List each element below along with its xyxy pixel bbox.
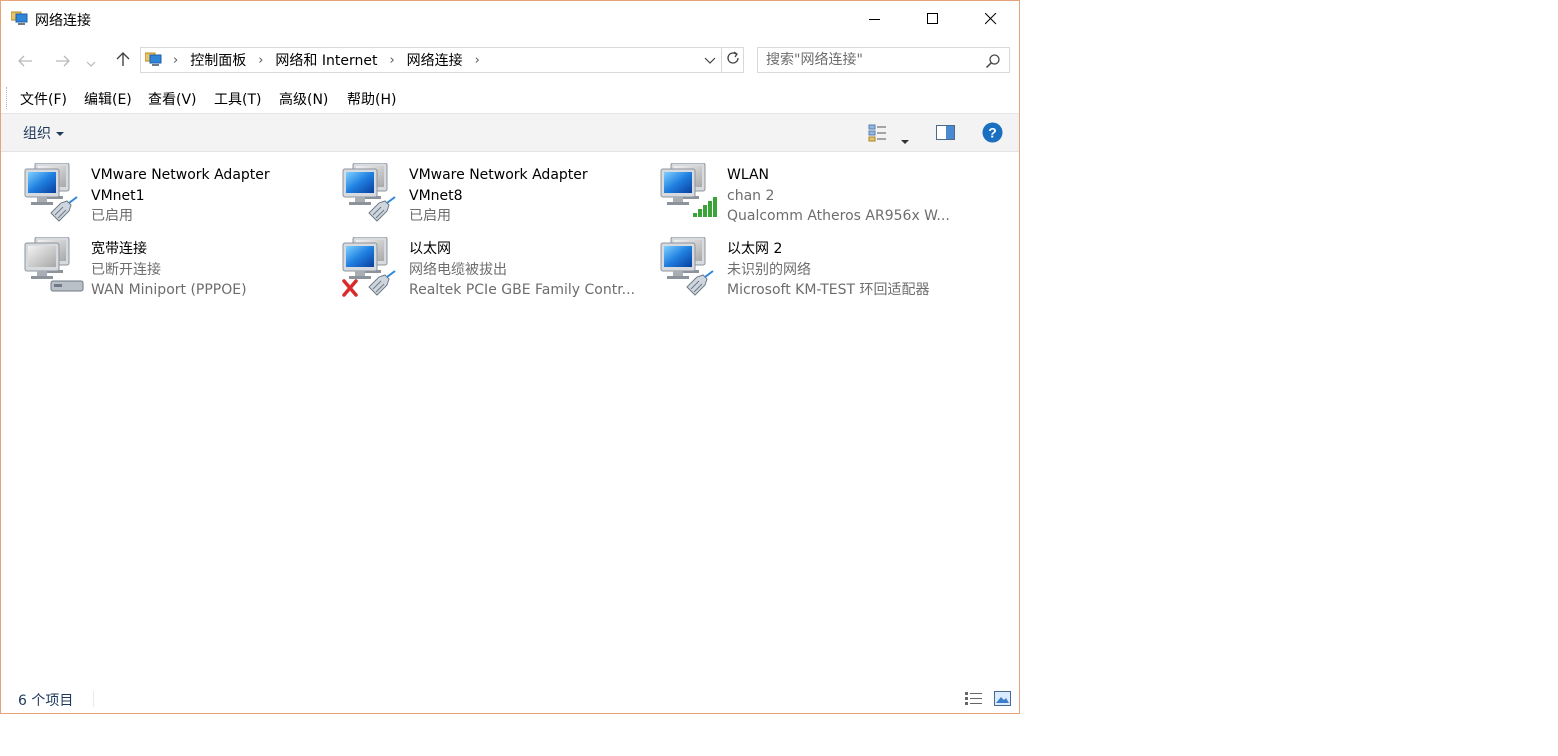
- command-bar: 组织 ?: [1, 114, 1019, 152]
- minimize-icon: [869, 13, 881, 25]
- maximize-button[interactable]: [904, 1, 962, 37]
- breadcrumb: › 控制面板 › 网络和 Internet › 网络连接 ›: [167, 48, 486, 72]
- address-dropdown-icon[interactable]: [703, 52, 717, 68]
- ethernet-adapter-icon: [659, 236, 723, 301]
- connection-name-line2: VMnet8: [409, 187, 463, 204]
- minimize-button[interactable]: [846, 1, 904, 37]
- ethernet-adapter-icon: [23, 162, 87, 227]
- menu-file[interactable]: 文件(F): [20, 89, 67, 109]
- breadcrumb-separator[interactable]: ›: [469, 53, 486, 68]
- menu-bar: 文件(F) 编辑(E) 查看(V) 工具(T) 高级(N) 帮助(H): [1, 85, 1019, 114]
- connection-device: WAN Miniport (PPPOE): [91, 282, 247, 298]
- network-connections-icon: [10, 11, 29, 27]
- arrow-up-icon: [116, 51, 130, 71]
- connection-status: 未识别的网络: [727, 261, 811, 278]
- menu-help[interactable]: 帮助(H): [347, 89, 396, 109]
- ethernet-unplugged-icon: [341, 236, 405, 301]
- connection-item-wlan[interactable]: WLAN chan 2 Qualcomm Atheros AR956x W...: [659, 162, 975, 235]
- back-button[interactable]: [12, 49, 38, 73]
- close-icon: [985, 13, 997, 25]
- help-icon[interactable]: ?: [982, 122, 1003, 147]
- connection-name: WLAN: [727, 167, 770, 183]
- connection-name: 宽带连接: [91, 241, 147, 257]
- item-count: 6 个项目: [18, 693, 74, 709]
- connection-device: Qualcomm Atheros AR956x W...: [727, 208, 950, 224]
- maximize-icon: [927, 13, 939, 25]
- chevron-down-icon: [86, 52, 96, 71]
- svg-text:?: ?: [988, 125, 997, 141]
- network-connections-window: 网络连接 › 控制面板 › 网络和 Internet › 网络连接 › 搜索"网…: [0, 0, 1020, 714]
- breadcrumb-control-panel[interactable]: 控制面板: [184, 50, 252, 70]
- change-view-icon[interactable]: [868, 123, 888, 147]
- connection-status: 已断开连接: [91, 261, 161, 278]
- network-folder-icon: [144, 52, 163, 68]
- ethernet-adapter-icon: [341, 162, 405, 227]
- up-button[interactable]: [110, 49, 136, 73]
- connection-item-vmnet8[interactable]: VMware Network Adapter VMnet8 已启用: [341, 162, 657, 235]
- organize-button[interactable]: 组织: [23, 123, 64, 143]
- connection-status: chan 2: [727, 187, 775, 204]
- connection-name: 以太网: [409, 241, 451, 257]
- menu-tools[interactable]: 工具(T): [214, 89, 261, 109]
- search-input[interactable]: [766, 51, 976, 69]
- connection-name: VMware Network Adapter: [409, 167, 588, 183]
- connections-list: VMware Network Adapter VMnet1 已启用 VMware…: [1, 153, 1019, 683]
- connection-item-vmnet1[interactable]: VMware Network Adapter VMnet1 已启用: [23, 162, 339, 235]
- preview-pane-icon[interactable]: [936, 125, 956, 145]
- breadcrumb-network-internet[interactable]: 网络和 Internet: [269, 50, 383, 70]
- connection-name: 以太网 2: [727, 241, 783, 257]
- menu-edit[interactable]: 编辑(E): [84, 89, 132, 109]
- connection-status: 已启用: [91, 208, 133, 224]
- menu-view[interactable]: 查看(V): [148, 89, 197, 109]
- refresh-icon: [725, 50, 741, 70]
- connection-item-ethernet-2[interactable]: 以太网 2 未识别的网络 Microsoft KM-TEST 环回适配器: [659, 236, 975, 309]
- view-options-caret-icon[interactable]: [901, 130, 909, 149]
- forward-button[interactable]: [50, 49, 76, 73]
- connection-status: 已启用: [409, 208, 451, 224]
- window-title: 网络连接: [35, 13, 91, 29]
- breadcrumb-separator[interactable]: ›: [167, 53, 184, 68]
- status-bar: 6 个项目: [1, 685, 1019, 713]
- wireless-adapter-icon: [659, 162, 723, 227]
- connection-item-ethernet[interactable]: 以太网 网络电缆被拔出 Realtek PCIe GBE Family Cont…: [341, 236, 657, 309]
- refresh-button[interactable]: [722, 47, 744, 73]
- connection-item-broadband[interactable]: 宽带连接 已断开连接 WAN Miniport (PPPOE): [23, 236, 339, 309]
- title-bar: 网络连接: [1, 1, 1019, 39]
- connection-name-line2: VMnet1: [91, 187, 145, 204]
- search-box[interactable]: [757, 47, 1010, 73]
- breadcrumb-network-connections[interactable]: 网络连接: [401, 50, 469, 70]
- connection-device: Realtek PCIe GBE Family Contr...: [409, 282, 636, 298]
- details-view-icon[interactable]: [965, 691, 983, 711]
- recent-locations-button[interactable]: [81, 49, 101, 73]
- breadcrumb-separator[interactable]: ›: [383, 53, 400, 68]
- caret-down-icon: [56, 125, 64, 141]
- close-button[interactable]: [962, 1, 1020, 37]
- navigation-bar: › 控制面板 › 网络和 Internet › 网络连接 ›: [1, 45, 1019, 77]
- arrow-right-icon: [55, 52, 71, 71]
- connection-name: VMware Network Adapter: [91, 167, 270, 183]
- organize-label: 组织: [23, 126, 51, 142]
- connection-status: 网络电缆被拔出: [409, 261, 507, 278]
- arrow-left-icon: [17, 52, 33, 71]
- menu-advanced[interactable]: 高级(N): [279, 89, 328, 109]
- connection-device: Microsoft KM-TEST 环回适配器: [727, 282, 930, 298]
- broadband-connection-icon: [23, 236, 87, 301]
- status-divider: [93, 691, 94, 707]
- menu-grip[interactable]: [6, 87, 9, 109]
- large-icons-view-icon[interactable]: [994, 691, 1012, 711]
- breadcrumb-separator[interactable]: ›: [252, 53, 269, 68]
- address-bar[interactable]: › 控制面板 › 网络和 Internet › 网络连接 ›: [140, 47, 722, 73]
- search-icon[interactable]: [985, 53, 1001, 73]
